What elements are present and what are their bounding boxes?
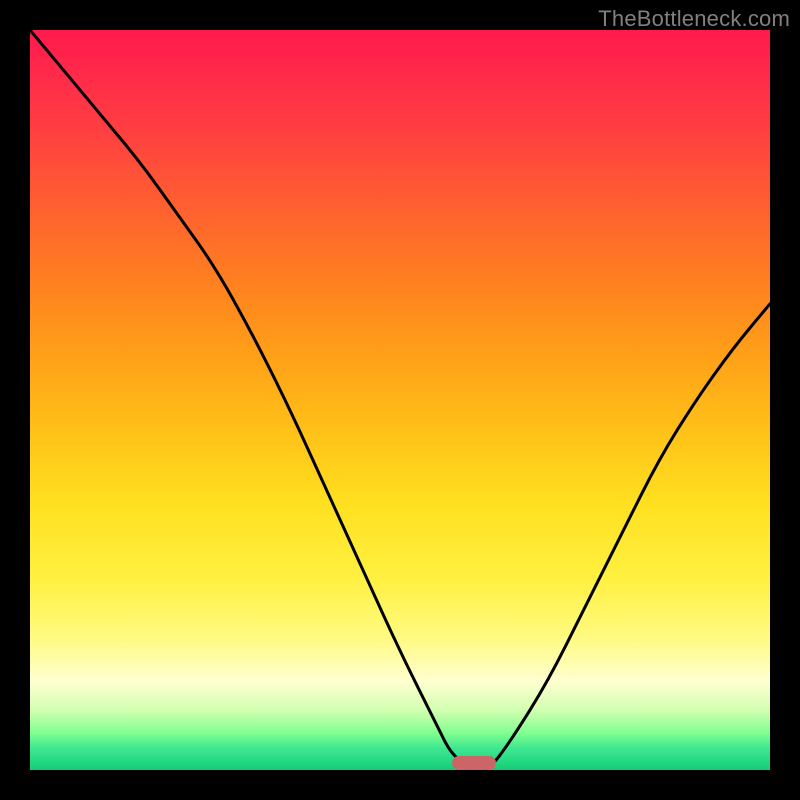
curve-svg xyxy=(30,30,770,770)
chart-frame: TheBottleneck.com xyxy=(0,0,800,800)
optimal-marker xyxy=(452,756,496,770)
bottleneck-curve xyxy=(30,30,770,770)
plot-area xyxy=(30,30,770,770)
watermark-text: TheBottleneck.com xyxy=(598,6,790,32)
